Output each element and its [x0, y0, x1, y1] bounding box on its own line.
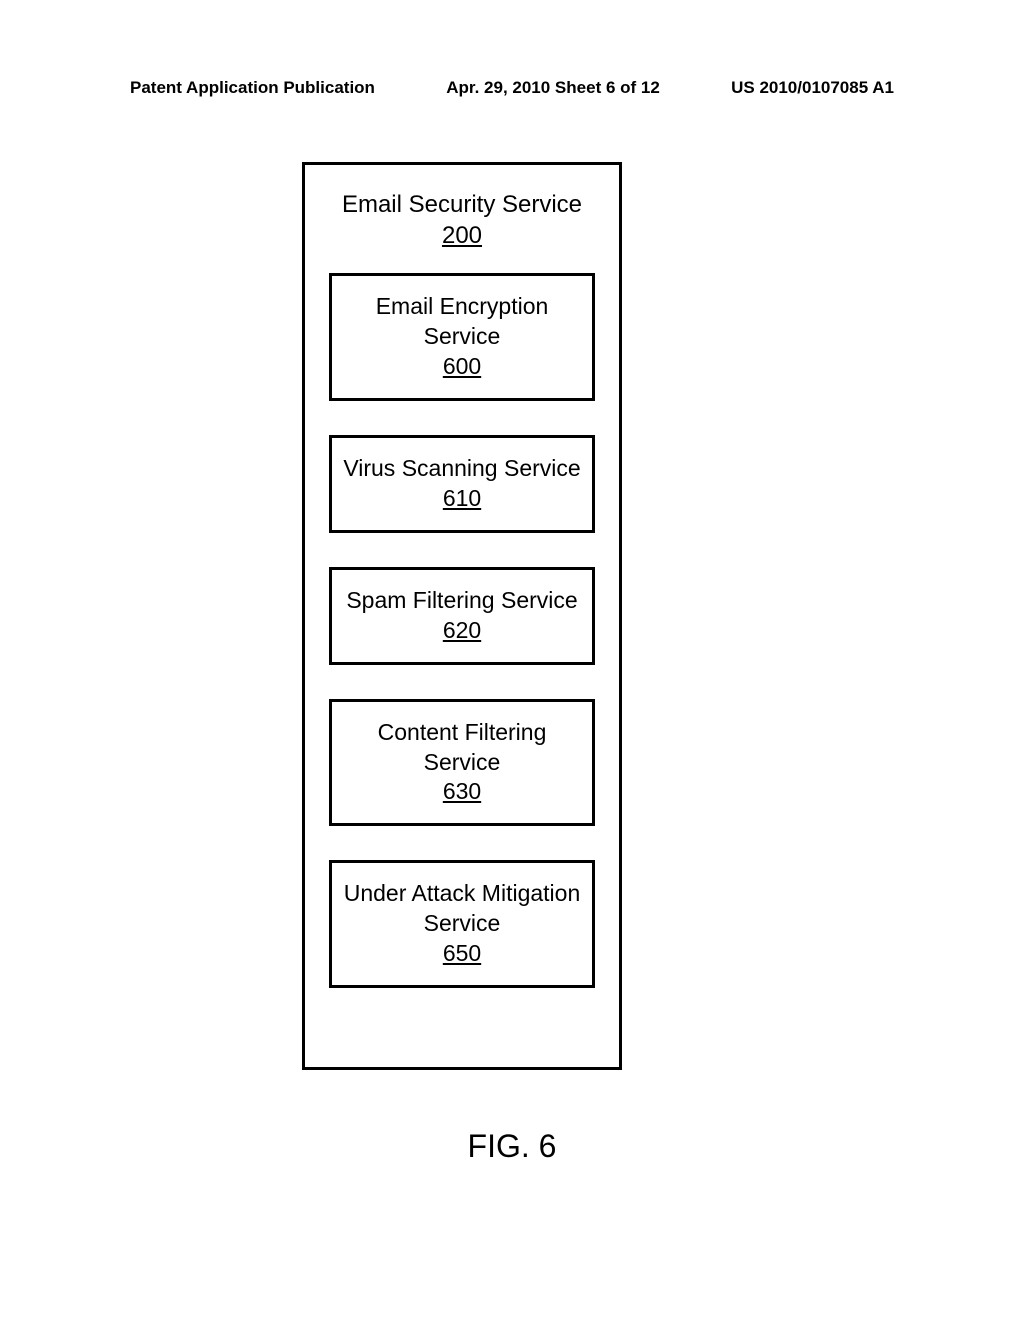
outer-box-number: 200 — [442, 222, 482, 249]
service-number: 620 — [443, 617, 481, 643]
outer-box-title-text: Email Security Service — [342, 191, 582, 218]
virus-scanning-service-box: Virus Scanning Service 610 — [329, 435, 595, 533]
service-number: 650 — [443, 940, 481, 966]
page-header: Patent Application Publication Apr. 29, … — [0, 78, 1024, 98]
email-security-service-box: Email Security Service 200 Email Encrypt… — [302, 162, 622, 1070]
email-encryption-service-box: Email Encryption Service 600 — [329, 273, 595, 401]
spam-filtering-service-box: Spam Filtering Service 620 — [329, 567, 595, 665]
outer-box-title: Email Security Service 200 — [329, 189, 595, 251]
under-attack-mitigation-service-box: Under Attack Mitigation Service 650 — [329, 860, 595, 988]
service-number: 630 — [443, 778, 481, 804]
service-title: Content Filtering Service — [378, 719, 547, 775]
service-title: Spam Filtering Service — [346, 587, 577, 613]
service-number: 600 — [443, 353, 481, 379]
service-title: Email Encryption Service — [376, 293, 549, 349]
service-title: Virus Scanning Service — [343, 455, 580, 481]
content-filtering-service-box: Content Filtering Service 630 — [329, 699, 595, 827]
figure-label: FIG. 6 — [0, 1128, 1024, 1165]
publication-label: Patent Application Publication — [130, 78, 375, 98]
service-title: Under Attack Mitigation Service — [344, 880, 581, 936]
service-number: 610 — [443, 485, 481, 511]
date-sheet-label: Apr. 29, 2010 Sheet 6 of 12 — [446, 78, 660, 98]
publication-number: US 2010/0107085 A1 — [731, 78, 894, 98]
